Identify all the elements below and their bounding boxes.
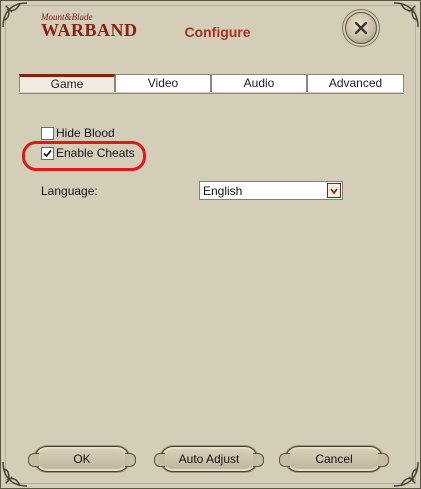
tab-advanced[interactable]: Advanced — [307, 74, 404, 92]
tab-game[interactable]: Game — [19, 74, 115, 92]
hide-blood-checkbox[interactable] — [41, 127, 54, 140]
configure-window: Mount&Blade WARBAND Configure Game Video… — [0, 0, 421, 489]
corner-ornament-icon — [2, 461, 28, 487]
ok-button[interactable]: OK — [28, 446, 136, 472]
cancel-button[interactable]: Cancel — [279, 446, 389, 472]
corner-ornament-icon — [393, 461, 419, 487]
chevron-down-icon — [330, 188, 338, 195]
language-label: Language: — [41, 184, 98, 198]
language-value: English — [203, 184, 243, 198]
hide-blood-label: Hide Blood — [56, 126, 115, 140]
tab-video[interactable]: Video — [115, 74, 211, 92]
tab-audio[interactable]: Audio — [211, 74, 307, 92]
tab-bar: Game Video Audio Advanced — [19, 74, 404, 94]
dropdown-button[interactable] — [327, 183, 341, 198]
auto-adjust-button[interactable]: Auto Adjust — [154, 446, 264, 472]
language-select[interactable]: English — [199, 181, 343, 200]
red-highlight-annotation — [22, 141, 146, 171]
close-x-icon — [354, 21, 368, 35]
tab-divider — [19, 93, 404, 94]
close-button[interactable] — [345, 12, 377, 44]
